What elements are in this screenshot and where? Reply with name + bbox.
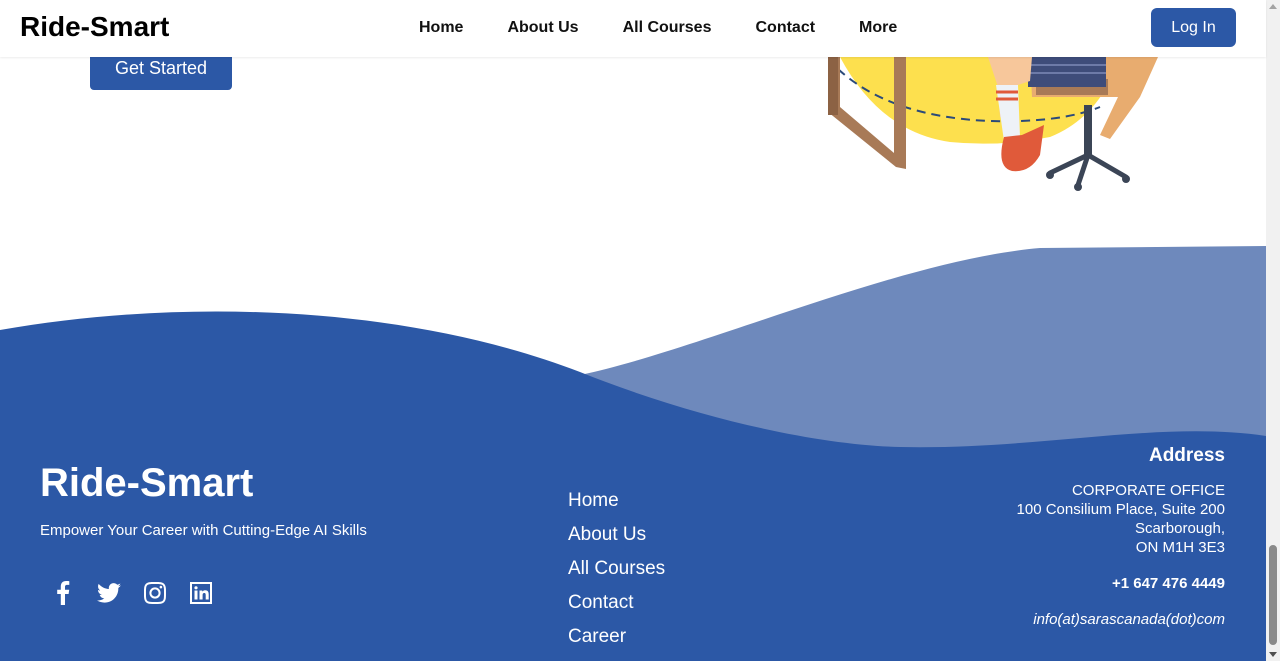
- email-address[interactable]: info(at)sarascanada(dot)com: [925, 610, 1225, 629]
- top-navbar: Ride-Smart Home About Us All Courses Con…: [0, 0, 1266, 57]
- footer-link-home[interactable]: Home: [568, 484, 665, 518]
- footer-links: Home About Us All Courses Contact Career: [568, 484, 665, 654]
- linkedin-icon[interactable]: [178, 578, 224, 608]
- scroll-down-arrow-icon[interactable]: [1269, 652, 1277, 657]
- nav-about-us[interactable]: About Us: [485, 18, 600, 38]
- address-city: Scarborough,: [1134, 520, 1225, 537]
- scroll-up-arrow-icon[interactable]: [1269, 4, 1277, 9]
- nav-contact[interactable]: Contact: [733, 18, 837, 38]
- scrollbar-thumb[interactable]: [1269, 545, 1277, 645]
- nav-all-courses[interactable]: All Courses: [601, 18, 734, 38]
- brand-logo[interactable]: Ride-Smart: [20, 11, 169, 43]
- footer-link-about-us[interactable]: About Us: [568, 518, 665, 552]
- footer-brand: Ride-Smart: [40, 461, 254, 505]
- twitter-icon[interactable]: [86, 578, 132, 608]
- address-office: CORPORATE OFFICE: [1071, 482, 1225, 499]
- social-links: [40, 578, 224, 608]
- nav-more[interactable]: More: [837, 18, 919, 38]
- address-postal: ON M1H 3E3: [1135, 539, 1225, 556]
- footer-link-all-courses[interactable]: All Courses: [568, 552, 665, 586]
- footer-link-contact[interactable]: Contact: [568, 586, 665, 620]
- footer-tagline: Empower Your Career with Cutting-Edge AI…: [40, 522, 367, 539]
- nav-home[interactable]: Home: [397, 18, 485, 38]
- instagram-icon[interactable]: [132, 578, 178, 608]
- page-scrollbar[interactable]: [1266, 0, 1280, 661]
- address-title: Address: [1148, 445, 1225, 466]
- login-button[interactable]: Log In: [1151, 8, 1236, 47]
- main-nav: Home About Us All Courses Contact More: [397, 18, 919, 38]
- hero-illustration: [828, 57, 1158, 191]
- footer-link-career[interactable]: Career: [568, 620, 665, 654]
- phone-number[interactable]: +1 647 476 4449: [925, 574, 1225, 593]
- address-street: 100 Consilium Place, Suite 200: [1016, 501, 1225, 518]
- address-block: Address CORPORATE OFFICE 100 Consilium P…: [925, 445, 1225, 629]
- facebook-icon[interactable]: [40, 578, 86, 608]
